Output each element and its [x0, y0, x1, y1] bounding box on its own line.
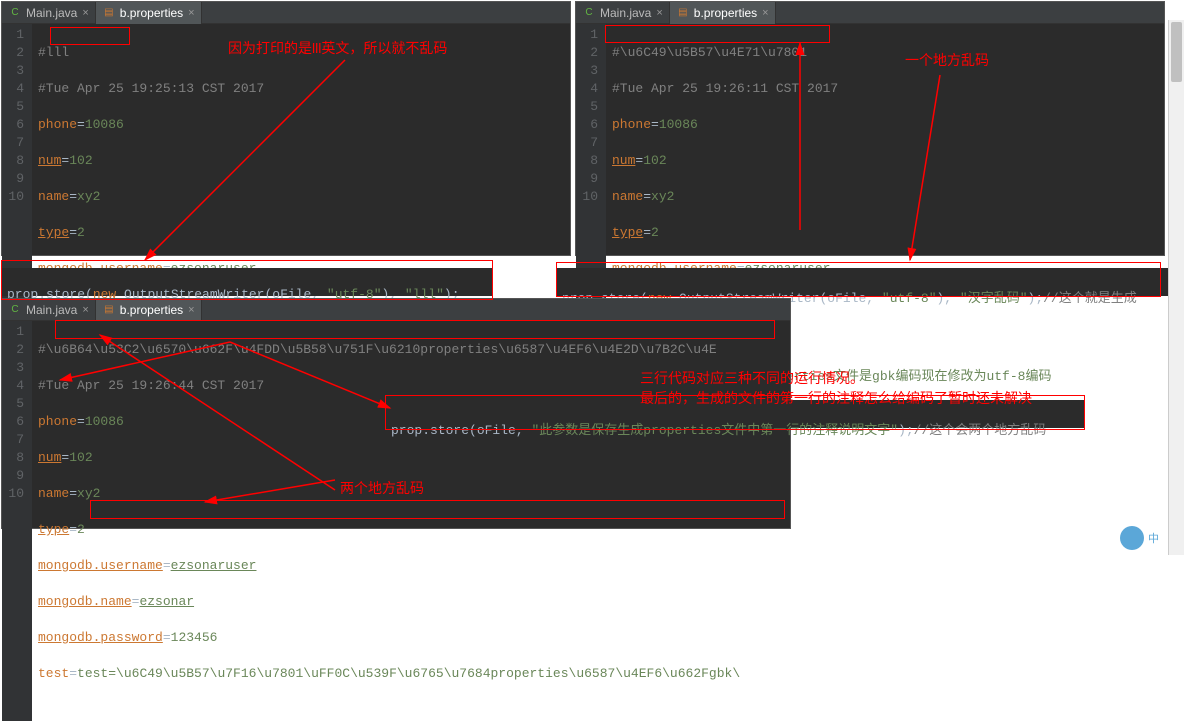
close-icon[interactable]: ×	[656, 7, 662, 19]
close-icon[interactable]: ×	[188, 7, 194, 19]
close-icon[interactable]: ×	[188, 304, 194, 316]
tab-label: Main.java	[26, 303, 77, 317]
tab-label: Main.java	[600, 6, 651, 20]
tab-main-java[interactable]: C Main.java ×	[576, 2, 670, 24]
java-icon: C	[8, 303, 22, 317]
close-icon[interactable]: ×	[762, 7, 768, 19]
scrollbar[interactable]	[1168, 20, 1184, 555]
code-snippet-2: prop.store(new OutputStreamWriter(oFile,…	[556, 268, 1176, 296]
tab-main-java[interactable]: C Main.java ×	[2, 299, 96, 321]
watermark: 中	[1120, 526, 1159, 550]
tab-label: b.properties	[694, 6, 757, 20]
properties-icon: ▤	[676, 6, 690, 20]
tab-label: b.properties	[120, 303, 183, 317]
tab-properties[interactable]: ▤ b.properties ×	[96, 2, 202, 24]
properties-icon: ▤	[102, 303, 116, 317]
tab-label: b.properties	[120, 6, 183, 20]
editor-panel-1: CMain.java× ▤b.properties× 12345678910 #…	[1, 1, 571, 256]
code-area[interactable]: 12345678910 #\u6B64\u53C2\u6570\u662F\u4…	[2, 321, 790, 721]
tab-bar: C Main.java × ▤ b.properties ×	[576, 2, 1164, 24]
tab-label: Main.java	[26, 6, 77, 20]
tab-properties[interactable]: ▤ b.properties ×	[96, 299, 202, 321]
properties-icon: ▤	[102, 6, 116, 20]
watermark-icon	[1120, 526, 1144, 550]
close-icon[interactable]: ×	[82, 304, 88, 316]
line-gutter: 12345678910	[2, 321, 32, 721]
java-icon: C	[582, 6, 596, 20]
java-icon: C	[8, 6, 22, 20]
close-icon[interactable]: ×	[82, 7, 88, 19]
tab-properties[interactable]: ▤ b.properties ×	[670, 2, 776, 24]
tab-bar: C Main.java × ▤ b.properties ×	[2, 2, 570, 24]
editor-panel-2: CMain.java× ▤b.properties× 12345678910 #…	[575, 1, 1165, 256]
code-snippet-1: prop.store(new OutputStreamWriter(oFile,…	[1, 268, 493, 296]
tab-bar: C Main.java × ▤ b.properties ×	[2, 299, 790, 321]
code-snippet-3: prop.store(oFile, "此参数是保存生成properties文件中…	[385, 400, 1085, 428]
tab-main-java[interactable]: C Main.java ×	[2, 2, 96, 24]
scroll-thumb[interactable]	[1171, 22, 1182, 82]
code-content[interactable]: #\u6B64\u53C2\u6570\u662F\u4FDD\u5B58\u7…	[32, 321, 790, 721]
